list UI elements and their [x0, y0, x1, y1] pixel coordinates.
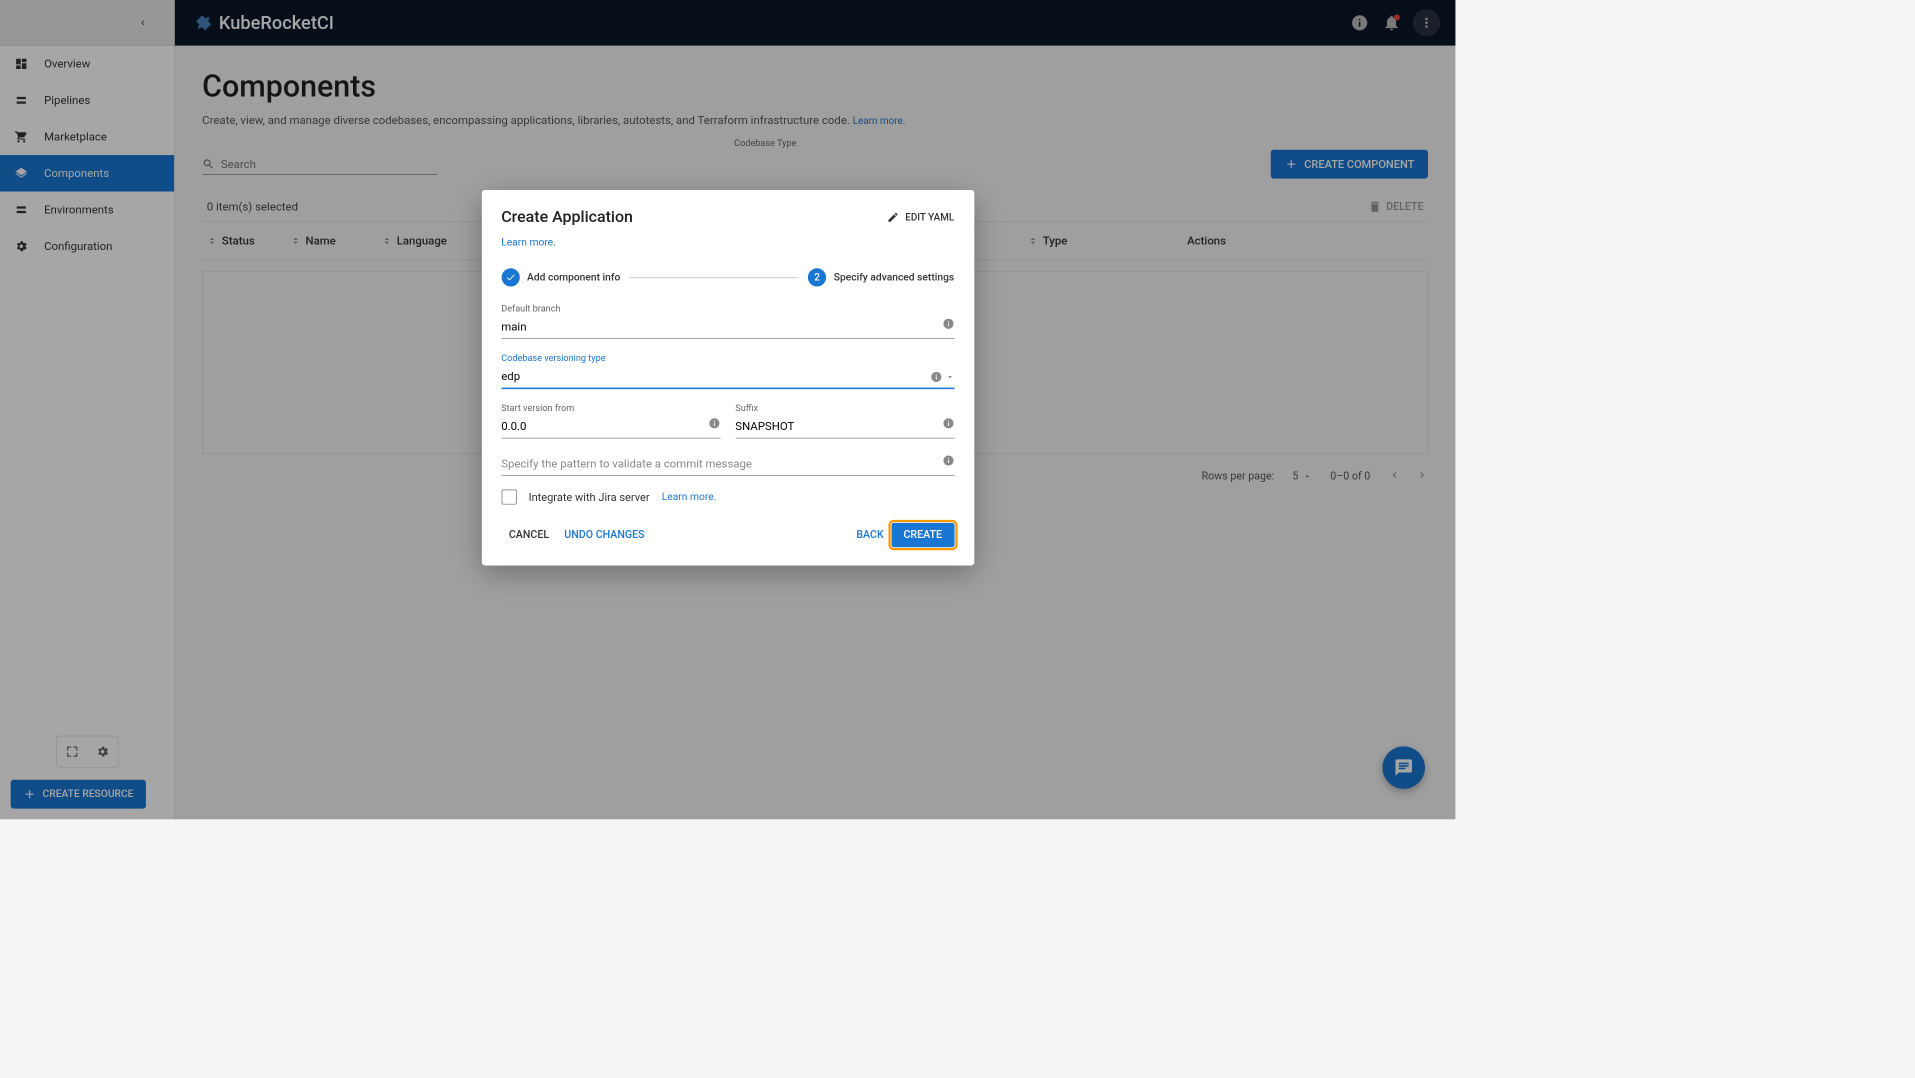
commit-pattern-input[interactable] [501, 452, 954, 476]
step-1-label: Add component info [527, 271, 620, 283]
default-branch-label: Default branch [501, 303, 954, 314]
info-button[interactable] [708, 417, 720, 432]
step-2[interactable]: 2 Specify advanced settings [808, 268, 954, 286]
info-button[interactable] [942, 454, 954, 469]
create-button[interactable]: CREATE [891, 523, 954, 547]
check-icon [501, 268, 519, 286]
info-icon [942, 417, 954, 429]
start-version-input[interactable] [501, 415, 720, 439]
dialog-title: Create Application [501, 208, 633, 226]
info-icon [942, 318, 954, 330]
suffix-label: Suffix [735, 403, 954, 414]
back-button[interactable]: BACK [849, 523, 892, 547]
step-2-number: 2 [808, 268, 826, 286]
edit-yaml-label: EDIT YAML [905, 212, 954, 223]
create-application-dialog: Create Application EDIT YAML Learn more.… [481, 190, 973, 565]
versioning-type-label: Codebase versioning type [501, 353, 954, 364]
chevron-down-icon [945, 372, 954, 381]
step-1[interactable]: Add component info [501, 268, 620, 286]
info-button[interactable] [942, 318, 954, 333]
dropdown-toggle[interactable] [930, 371, 954, 383]
edit-yaml-button[interactable]: EDIT YAML [887, 211, 954, 223]
versioning-type-select[interactable] [501, 365, 954, 389]
info-button[interactable] [942, 417, 954, 432]
info-icon [942, 454, 954, 466]
default-branch-input[interactable] [501, 315, 954, 339]
info-icon [930, 371, 942, 383]
cancel-button[interactable]: CANCEL [501, 523, 556, 547]
modal-overlay[interactable]: Create Application EDIT YAML Learn more.… [0, 0, 1455, 819]
jira-integrate-checkbox[interactable] [501, 489, 516, 504]
step-2-label: Specify advanced settings [834, 271, 954, 283]
step-connector [629, 277, 798, 278]
dialog-learn-more-link[interactable]: Learn more. [501, 236, 556, 248]
start-version-label: Start version from [501, 403, 720, 414]
info-icon [708, 417, 720, 429]
jira-label: Integrate with Jira server [529, 491, 650, 504]
suffix-input[interactable] [735, 415, 954, 439]
undo-changes-button[interactable]: UNDO CHANGES [557, 523, 653, 547]
stepper: Add component info 2 Specify advanced se… [501, 268, 954, 286]
pencil-icon [887, 211, 899, 223]
jira-learn-more-link[interactable]: Learn more. [662, 491, 717, 503]
